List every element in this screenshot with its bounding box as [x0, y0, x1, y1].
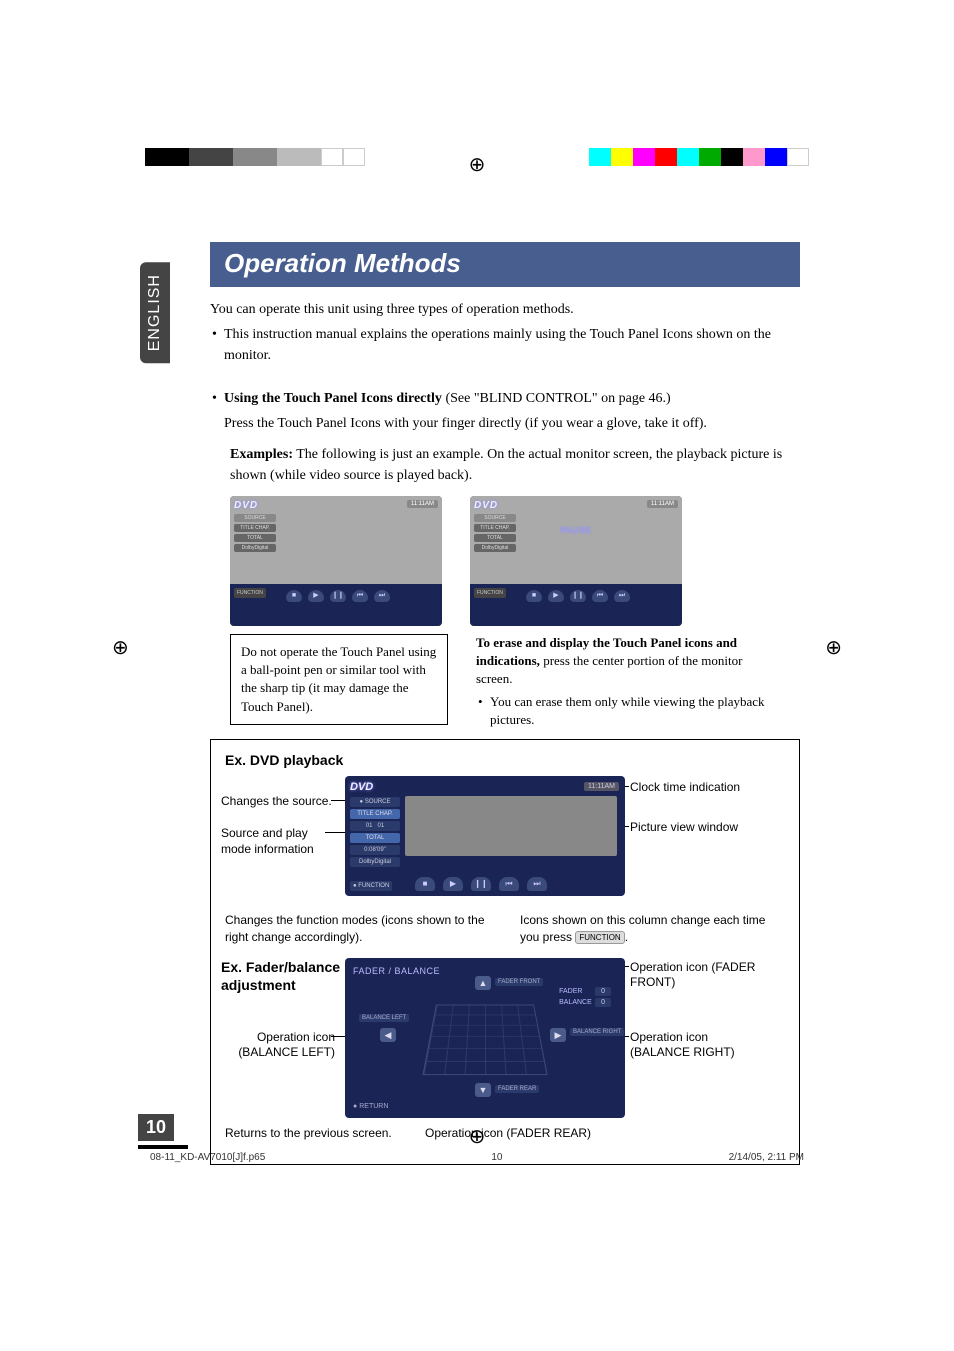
fader-readouts: FADER0 BALANCE0 — [559, 988, 611, 1010]
source-box: SOURCE — [234, 514, 276, 522]
annot-icons-shown: Icons shown on this column change each t… — [520, 912, 785, 946]
annot-returns: Returns to the previous screen. — [225, 1126, 392, 1142]
dvd-label: DVD — [234, 500, 276, 511]
fader-grid — [430, 993, 540, 1078]
footer: 08-11_KD-AV7010[J]f.p65 10 2/14/05, 2:11… — [150, 1152, 804, 1163]
footer-date: 2/14/05, 2:11 PM — [729, 1152, 804, 1163]
arrow-right-icon: ▶ — [550, 1028, 566, 1042]
source-box: SOURCE — [474, 514, 516, 522]
caption-warning-box: Do not operate the Touch Panel using a b… — [230, 634, 448, 725]
arrow-down-icon: ▼ — [475, 1083, 491, 1097]
intro-bullet: This instruction manual explains the ope… — [210, 324, 800, 366]
total-time-box: 0:08'09" — [350, 845, 400, 855]
next-icon: ⏭ — [374, 590, 390, 602]
registration-mark-icon: ⊕ — [112, 635, 129, 660]
color-registration-left — [145, 148, 365, 166]
clock-time: 11:11AM — [584, 782, 619, 791]
registration-mark-icon: ⊕ — [469, 152, 486, 177]
dvd-label: DVD — [350, 781, 400, 793]
ex-dvd-title: Ex. DVD playback — [225, 752, 785, 768]
pause-icon: ❙❙ — [471, 877, 491, 891]
screenshot-erase-icons: DVD SOURCE TITLE CHAP. TOTAL DolbyDigita… — [470, 496, 682, 626]
stop-icon: ■ — [415, 877, 435, 891]
prev-icon: ⏮ — [499, 877, 519, 891]
fader-front-label: FADER FRONT — [495, 978, 543, 986]
main-screenshot-dvd: DVD ● SOURCE TITLE CHAP. 01 01 TOTAL 0:0… — [345, 776, 625, 896]
balance-left-label: BALANCE LEFT — [359, 1014, 409, 1022]
total-box: TOTAL — [350, 833, 400, 843]
ex-fader-title: Ex. Fader/balanceadjustment — [221, 958, 341, 994]
touch-panel-lead: Using the Touch Panel Icons directly — [224, 391, 442, 406]
annot-source-play: Source and play mode information — [221, 826, 331, 857]
caption-right-bullet: You can erase them only while viewing th… — [476, 693, 781, 729]
annot-picture: Picture view window — [630, 820, 738, 836]
examples-lead: Examples: — [230, 447, 293, 462]
annot-changes-function: Changes the function modes (icons shown … — [225, 912, 490, 946]
play-icon: ▶ — [548, 590, 564, 602]
language-tab: ENGLISH — [140, 262, 170, 363]
caption-erase-display: To erase and display the Touch Panel ico… — [476, 634, 781, 689]
annot-balance-right: Operation icon (BALANCE RIGHT) — [630, 1030, 740, 1061]
next-icon: ⏭ — [614, 590, 630, 602]
annot-balance-left: Operation icon (BALANCE LEFT) — [225, 1030, 335, 1061]
dolby-box: DolbyDigital — [474, 544, 516, 552]
stop-icon: ■ — [286, 590, 302, 602]
prev-icon: ⏮ — [352, 590, 368, 602]
function-chip: FUNCTION — [575, 931, 624, 944]
return-label: RETURN — [353, 1103, 388, 1110]
total-box: TOTAL — [234, 534, 276, 542]
intro-text: You can operate this unit using three ty… — [210, 299, 800, 320]
page-title: Operation Methods — [210, 242, 800, 287]
touch-panel-ref: (See "BLIND CONTROL" on page 46.) — [442, 391, 671, 406]
clock-time: 11:11AM — [647, 500, 678, 508]
function-box: ● FUNCTION — [350, 881, 392, 891]
examples-body: The following is just an example. On the… — [230, 447, 782, 483]
dolby-box: DolbyDigital — [234, 544, 276, 552]
diagram-box: Ex. DVD playback Changes the source. Sou… — [210, 739, 800, 1165]
footer-bar — [138, 1145, 188, 1149]
annot-fader-front: Operation icon (FADER FRONT) — [630, 960, 760, 991]
function-box: FUNCTION — [474, 588, 506, 598]
annot-fader-rear: Operation icon (FADER REAR) — [425, 1126, 591, 1142]
page-number: 10 — [138, 1114, 174, 1141]
touch-panel-bullet: Using the Touch Panel Icons directly (Se… — [210, 388, 800, 409]
stop-icon: ■ — [526, 590, 542, 602]
dvd-label: DVD — [474, 500, 516, 511]
play-icon: ▶ — [443, 877, 463, 891]
pause-icon: ❙❙ — [570, 590, 586, 602]
fader-balance-title: FADER / BALANCE — [353, 966, 440, 976]
pause-label: PAUSE — [560, 526, 592, 535]
arrow-left-icon: ◀ — [380, 1028, 396, 1042]
arrow-up-icon: ▲ — [475, 976, 491, 990]
next-icon: ⏭ — [527, 877, 547, 891]
examples-paragraph: Examples: The following is just an examp… — [230, 444, 800, 486]
annot-changes-source: Changes the source. — [221, 794, 332, 810]
clock-time: 11:11AM — [407, 500, 438, 508]
numbers-box: 01 01 — [350, 821, 400, 831]
registration-mark-icon: ⊕ — [825, 635, 842, 660]
play-icon: ▶ — [308, 590, 324, 602]
balance-right-label: BALANCE RIGHT — [570, 1028, 624, 1036]
prev-icon: ⏮ — [592, 590, 608, 602]
source-box: ● SOURCE — [350, 797, 400, 807]
color-registration-right — [589, 148, 809, 166]
pause-icon: ❙❙ — [330, 590, 346, 602]
total-box: TOTAL — [474, 534, 516, 542]
fader-rear-label: FADER REAR — [495, 1085, 539, 1093]
dolby-box: DolbyDigital — [350, 857, 400, 867]
title-chap-box: TITLE CHAP. — [234, 524, 276, 532]
footer-page: 10 — [491, 1152, 502, 1163]
title-chap-box: TITLE CHAP. — [350, 809, 400, 819]
title-chap-box: TITLE CHAP. — [474, 524, 516, 532]
screenshot-touch-controls: DVD SOURCE TITLE CHAP. TOTAL DolbyDigita… — [230, 496, 442, 626]
annot-clock: Clock time indication — [630, 780, 740, 796]
fader-screenshot: FADER / BALANCE ▲ FADER FRONT ◀ BALANCE … — [345, 958, 625, 1118]
footer-file: 08-11_KD-AV7010[J]f.p65 — [150, 1152, 265, 1163]
touch-panel-body: Press the Touch Panel Icons with your fi… — [210, 413, 800, 434]
function-box: FUNCTION — [234, 588, 266, 598]
picture-viewport — [405, 796, 617, 856]
